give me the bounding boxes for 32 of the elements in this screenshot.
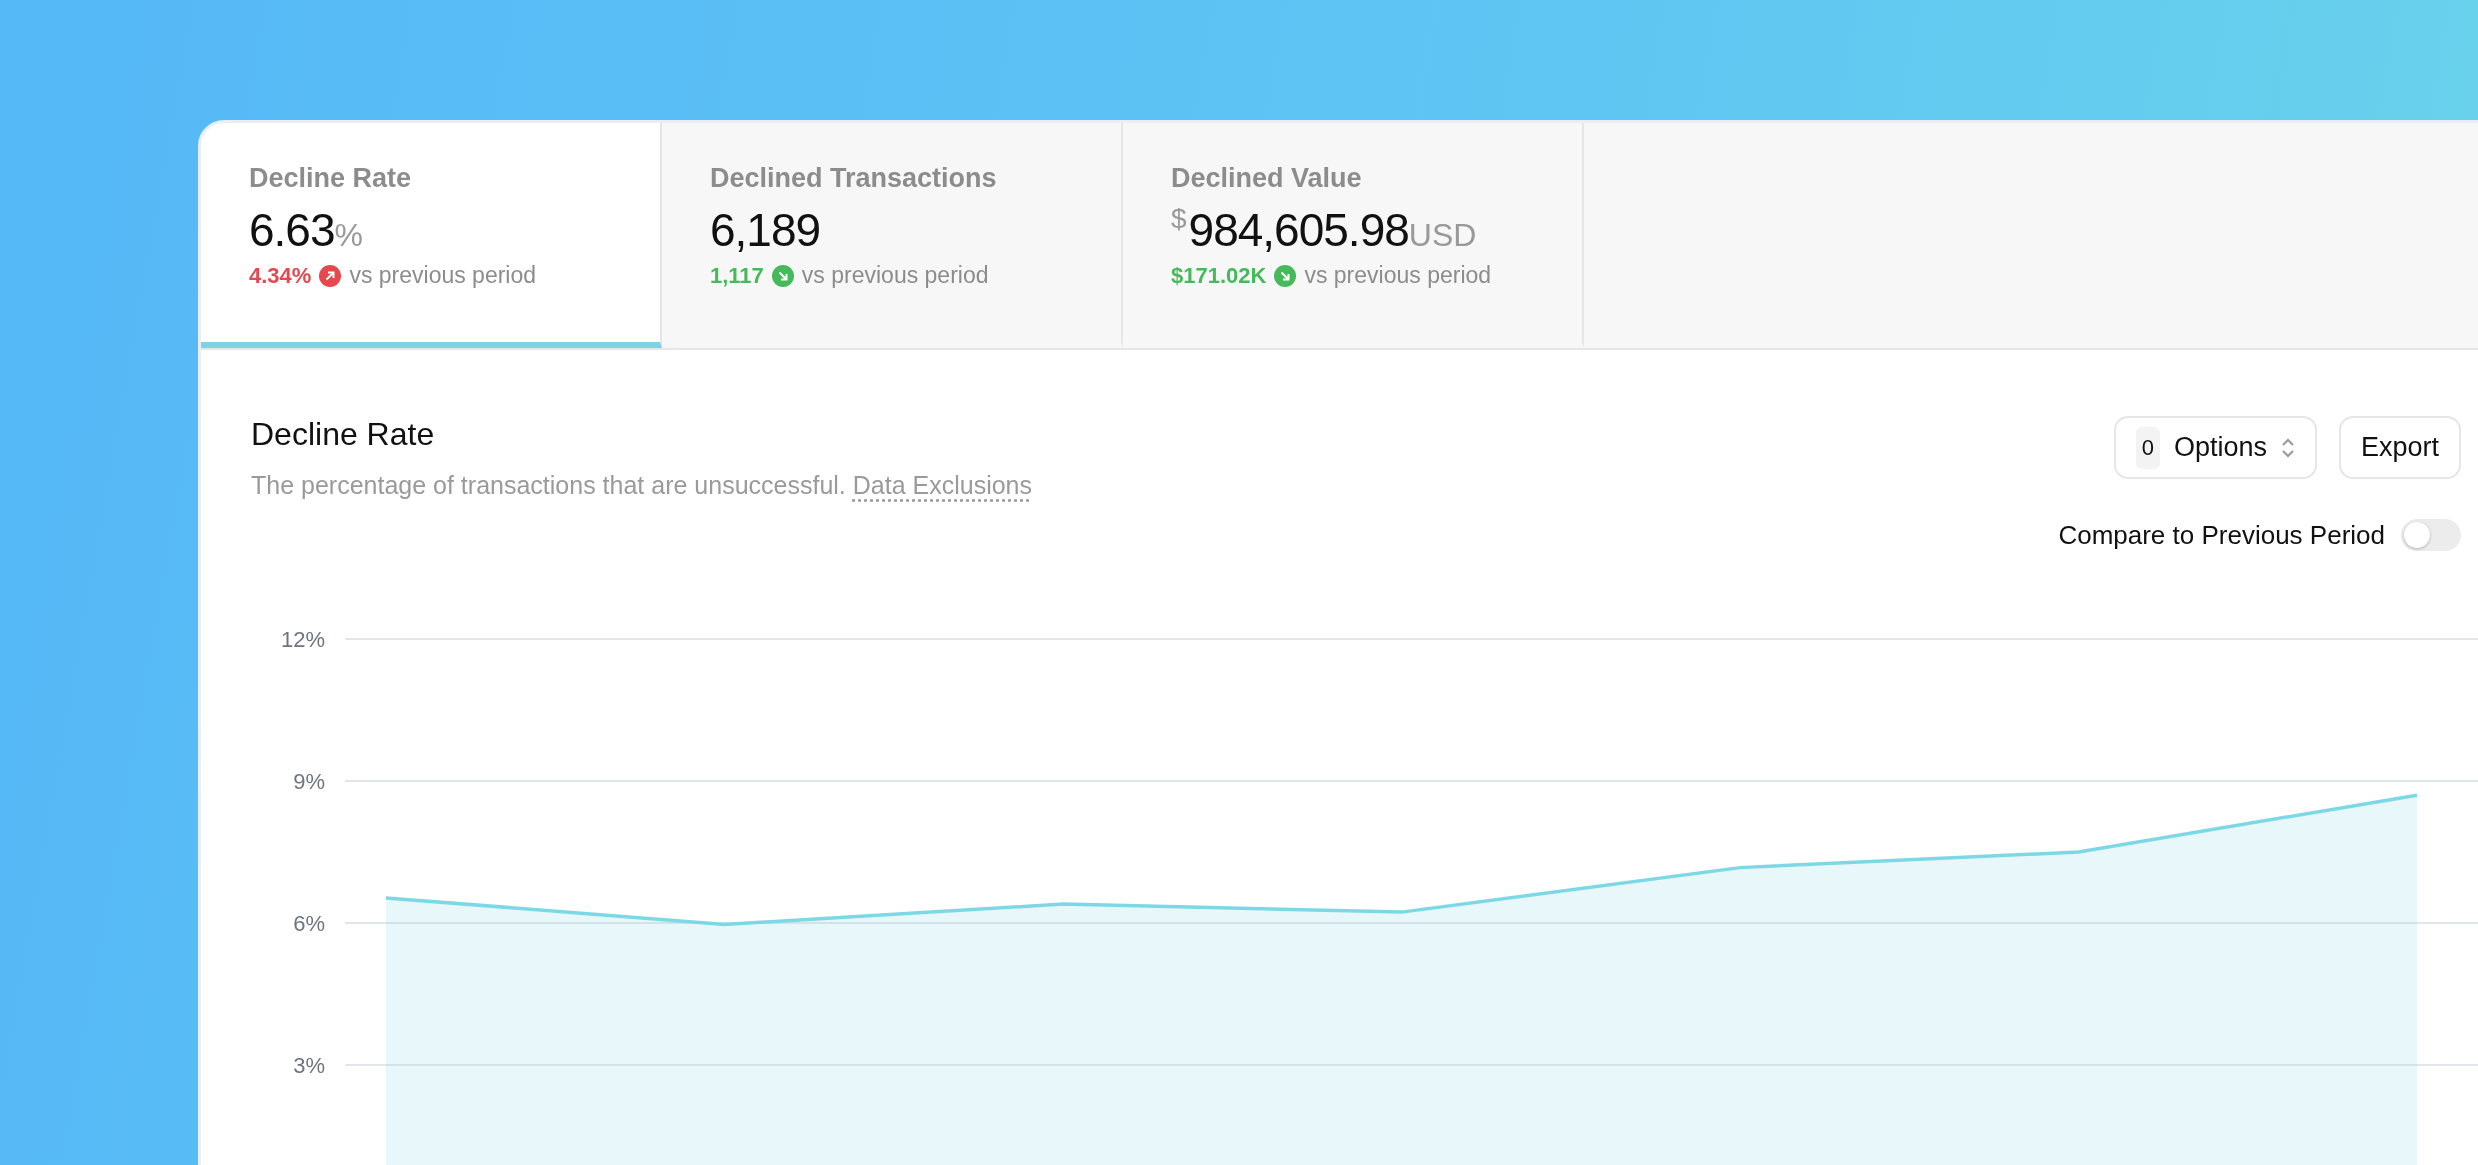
axis-label: 6% bbox=[293, 911, 325, 936]
export-button[interactable]: Export bbox=[2338, 416, 2461, 479]
section-title: Decline Rate bbox=[251, 416, 436, 453]
change-value: 1,117 bbox=[710, 262, 764, 289]
metric-tab[interactable]: Decline Rate 6.63% 4.34% vs previous period bbox=[201, 123, 662, 348]
options-count: 0 bbox=[2135, 426, 2160, 469]
arrow-down-right-icon bbox=[1274, 264, 1297, 287]
section-description: The percentage of transactions that are unsuccessful. Data Exclusions bbox=[251, 471, 1032, 500]
metric-title: Declined Value bbox=[1171, 163, 1363, 194]
axis-label: 3% bbox=[293, 1053, 325, 1078]
options-label: Options bbox=[2173, 432, 2267, 463]
metric-title: Declined Transactions bbox=[710, 163, 998, 194]
chevron-up-down-icon bbox=[2280, 436, 2295, 459]
change-note: vs previous period bbox=[349, 262, 537, 289]
arrow-up-right-icon bbox=[319, 264, 342, 287]
compare-toggle[interactable] bbox=[2401, 519, 2461, 551]
options-button[interactable]: 0 Options bbox=[2113, 416, 2317, 479]
metric-value: 6,189 bbox=[710, 204, 821, 256]
arrow-down-right-icon bbox=[771, 264, 794, 287]
unit-label: % bbox=[334, 217, 363, 255]
metric-value: 984,605.98 bbox=[1188, 204, 1409, 256]
unit-label: USD bbox=[1408, 216, 1477, 255]
change-value: $171.02K bbox=[1171, 262, 1267, 289]
axis-label: 9% bbox=[293, 769, 325, 794]
axis-label: 12% bbox=[280, 627, 325, 652]
compare-label: Compare to Previous Period bbox=[2058, 519, 2385, 551]
metric-value: 6.63 bbox=[249, 204, 335, 256]
change-note: vs previous period bbox=[801, 262, 989, 289]
change-note: vs previous period bbox=[1304, 262, 1492, 289]
currency-symbol: $ bbox=[1171, 204, 1187, 234]
metric-title: Decline Rate bbox=[249, 163, 413, 194]
change-value: 4.34% bbox=[249, 262, 312, 289]
